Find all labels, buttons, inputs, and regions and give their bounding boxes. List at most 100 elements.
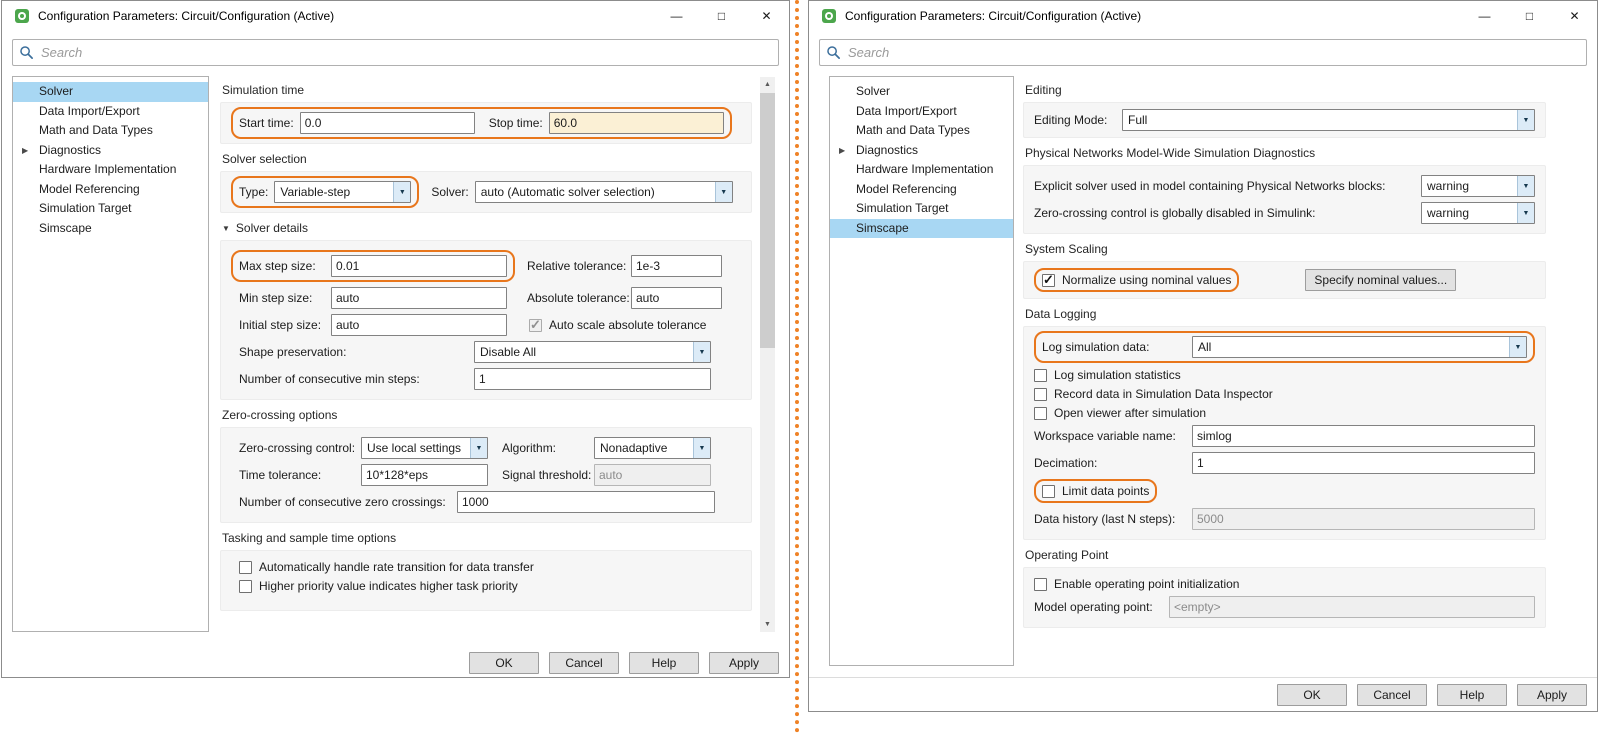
sidebar-item-simulation-target[interactable]: Simulation Target bbox=[13, 199, 208, 219]
zero-crossing-disabled-dropdown[interactable]: warning bbox=[1421, 202, 1535, 224]
consecutive-zero-crossings-input[interactable] bbox=[457, 491, 715, 513]
solver-type-dropdown[interactable]: Variable-step bbox=[274, 181, 411, 203]
chevron-down-icon[interactable] bbox=[393, 182, 410, 202]
decimation-input[interactable] bbox=[1192, 452, 1535, 474]
solver-dropdown[interactable]: auto (Automatic solver selection) bbox=[475, 181, 733, 203]
annotation-normalize-nominal: Normalize using nominal values bbox=[1034, 268, 1239, 292]
sidebar-item-data-import-export[interactable]: Data Import/Export bbox=[830, 102, 1013, 122]
time-tolerance-label: Time tolerance: bbox=[239, 468, 361, 482]
max-step-size-input[interactable] bbox=[331, 255, 507, 277]
limit-data-points-checkbox[interactable] bbox=[1042, 485, 1055, 498]
chevron-down-icon[interactable] bbox=[715, 182, 732, 202]
solver-label: Solver: bbox=[431, 185, 468, 199]
category-list: Solver Data Import/Export Math and Data … bbox=[12, 76, 209, 632]
chevron-down-icon[interactable] bbox=[1509, 337, 1526, 357]
zero-crossing-control-dropdown[interactable]: Use local settings bbox=[361, 437, 488, 459]
solver-details-group: Max step size: Relative tolerance: Min s… bbox=[220, 240, 752, 400]
titlebar[interactable]: Configuration Parameters: Circuit/Config… bbox=[2, 1, 789, 31]
collapse-arrow-icon[interactable]: ▼ bbox=[222, 224, 230, 233]
sidebar-item-math-and-data-types[interactable]: Math and Data Types bbox=[13, 121, 208, 141]
absolute-tolerance-label: Absolute tolerance: bbox=[527, 291, 631, 305]
log-simulation-data-dropdown[interactable]: All bbox=[1192, 336, 1527, 358]
sidebar-item-model-referencing[interactable]: Model Referencing bbox=[13, 180, 208, 200]
log-statistics-label: Log simulation statistics bbox=[1054, 368, 1181, 382]
sidebar-item-solver[interactable]: Solver bbox=[830, 82, 1013, 102]
sidebar-item-hardware-implementation[interactable]: Hardware Implementation bbox=[13, 160, 208, 180]
close-icon[interactable]: ✕ bbox=[744, 1, 789, 31]
sidebar-item-data-import-export[interactable]: Data Import/Export bbox=[13, 102, 208, 122]
chevron-down-icon[interactable] bbox=[1517, 176, 1534, 196]
specify-nominal-values-button[interactable]: Specify nominal values... bbox=[1305, 269, 1456, 291]
scroll-down-icon[interactable]: ▼ bbox=[760, 617, 775, 632]
sidebar-item-model-referencing[interactable]: Model Referencing bbox=[830, 180, 1013, 200]
scroll-up-icon[interactable]: ▲ bbox=[760, 77, 775, 92]
close-icon[interactable]: ✕ bbox=[1552, 1, 1597, 31]
absolute-tolerance-input[interactable] bbox=[631, 287, 722, 309]
chevron-down-icon[interactable] bbox=[1517, 203, 1534, 223]
solver-value: auto (Automatic solver selection) bbox=[476, 185, 715, 199]
rate-transition-checkbox[interactable] bbox=[239, 561, 252, 574]
cancel-button[interactable]: Cancel bbox=[1357, 684, 1427, 706]
chevron-down-icon[interactable] bbox=[693, 438, 710, 458]
physical-networks-heading: Physical Networks Model-Wide Simulation … bbox=[1025, 146, 1546, 160]
ok-button[interactable]: OK bbox=[469, 652, 539, 674]
sidebar-item-simscape[interactable]: Simscape bbox=[13, 219, 208, 239]
expand-arrow-icon[interactable]: ▶ bbox=[22, 141, 28, 161]
vertical-scrollbar[interactable]: ▲ ▼ bbox=[760, 77, 775, 632]
sidebar-item-simulation-target[interactable]: Simulation Target bbox=[830, 199, 1013, 219]
workspace-variable-label: Workspace variable name: bbox=[1034, 429, 1192, 443]
enable-operating-point-checkbox[interactable] bbox=[1034, 578, 1047, 591]
solver-details-heading[interactable]: ▼Solver details bbox=[222, 221, 752, 235]
scrollbar-thumb[interactable] bbox=[760, 93, 775, 348]
start-time-input[interactable] bbox=[300, 112, 475, 134]
apply-button[interactable]: Apply bbox=[1517, 684, 1587, 706]
normalize-nominal-checkbox[interactable] bbox=[1042, 274, 1055, 287]
ok-button[interactable]: OK bbox=[1277, 684, 1347, 706]
explicit-solver-dropdown[interactable]: warning bbox=[1421, 175, 1535, 197]
limit-data-points-label: Limit data points bbox=[1062, 484, 1149, 498]
open-viewer-checkbox[interactable] bbox=[1034, 407, 1047, 420]
chevron-down-icon[interactable] bbox=[1517, 110, 1534, 130]
sidebar-item-solver[interactable]: Solver bbox=[13, 82, 208, 102]
minimize-icon[interactable]: — bbox=[1462, 1, 1507, 31]
system-scaling-heading: System Scaling bbox=[1025, 242, 1546, 256]
relative-tolerance-input[interactable] bbox=[631, 255, 722, 277]
sidebar-item-simscape[interactable]: Simscape bbox=[830, 219, 1013, 239]
search-bar[interactable] bbox=[819, 39, 1587, 66]
cancel-button[interactable]: Cancel bbox=[549, 652, 619, 674]
sidebar-item-math-and-data-types[interactable]: Math and Data Types bbox=[830, 121, 1013, 141]
record-inspector-checkbox[interactable] bbox=[1034, 388, 1047, 401]
min-step-size-input[interactable] bbox=[331, 287, 507, 309]
search-input[interactable] bbox=[41, 45, 772, 60]
priority-checkbox[interactable] bbox=[239, 580, 252, 593]
chevron-down-icon[interactable] bbox=[693, 342, 710, 362]
help-button[interactable]: Help bbox=[1437, 684, 1507, 706]
time-tolerance-input[interactable] bbox=[361, 464, 488, 486]
expand-arrow-icon[interactable]: ▶ bbox=[839, 141, 845, 161]
sidebar-item-hardware-implementation[interactable]: Hardware Implementation bbox=[830, 160, 1013, 180]
algorithm-value: Nonadaptive bbox=[595, 441, 693, 455]
maximize-icon[interactable]: □ bbox=[699, 1, 744, 31]
open-viewer-label: Open viewer after simulation bbox=[1054, 406, 1206, 420]
sidebar-item-diagnostics[interactable]: ▶Diagnostics bbox=[830, 141, 1013, 161]
log-statistics-checkbox[interactable] bbox=[1034, 369, 1047, 382]
shape-preservation-dropdown[interactable]: Disable All bbox=[474, 341, 711, 363]
initial-step-size-input[interactable] bbox=[331, 314, 507, 336]
algorithm-dropdown[interactable]: Nonadaptive bbox=[594, 437, 711, 459]
workspace-variable-input[interactable] bbox=[1192, 425, 1535, 447]
apply-button[interactable]: Apply bbox=[709, 652, 779, 674]
help-button[interactable]: Help bbox=[629, 652, 699, 674]
sidebar-item-diagnostics[interactable]: ▶Diagnostics bbox=[13, 141, 208, 161]
maximize-icon[interactable]: □ bbox=[1507, 1, 1552, 31]
search-icon bbox=[19, 45, 34, 60]
zero-crossing-control-label: Zero-crossing control: bbox=[239, 441, 361, 455]
search-bar[interactable] bbox=[12, 39, 779, 66]
editing-mode-dropdown[interactable]: Full bbox=[1122, 109, 1535, 131]
auto-scale-checkbox[interactable] bbox=[529, 319, 542, 332]
consecutive-min-steps-input[interactable] bbox=[474, 368, 711, 390]
stop-time-input[interactable] bbox=[549, 112, 724, 134]
search-input[interactable] bbox=[848, 45, 1580, 60]
titlebar[interactable]: Configuration Parameters: Circuit/Config… bbox=[809, 1, 1597, 31]
minimize-icon[interactable]: — bbox=[654, 1, 699, 31]
chevron-down-icon[interactable] bbox=[470, 438, 487, 458]
